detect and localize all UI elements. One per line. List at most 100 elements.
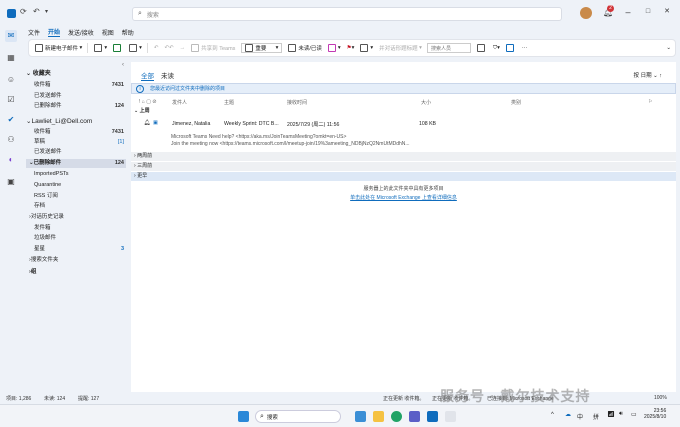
task-view-icon[interactable]: [355, 411, 366, 422]
column-flag[interactable]: ⚐: [648, 99, 652, 105]
categorize-button[interactable]: ▾: [327, 44, 341, 52]
folder-archive[interactable]: 存档: [26, 202, 126, 211]
fav-inbox[interactable]: 收件箱 7431: [26, 81, 126, 90]
share-teams-button[interactable]: 共享到 Teams: [191, 44, 235, 52]
folder-rss[interactable]: RSS 订阅: [26, 192, 126, 201]
sync-icon[interactable]: ⟳: [20, 7, 27, 16]
column-from[interactable]: 发件人: [172, 99, 187, 106]
calendar-nav-icon[interactable]: ▦: [5, 52, 17, 64]
more-button[interactable]: ···: [522, 45, 528, 51]
group-two-weeks[interactable]: › 两周前: [131, 152, 676, 161]
apps-button[interactable]: [505, 44, 516, 52]
tasks-nav-icon[interactable]: ☑: [5, 94, 17, 106]
folder-outbox[interactable]: 发件箱: [26, 224, 126, 233]
status-reminders[interactable]: 提醒: 127: [78, 395, 99, 402]
close-button[interactable]: ✕: [660, 5, 674, 19]
address-book-button[interactable]: [476, 44, 487, 52]
tab-unread[interactable]: 未读: [161, 70, 174, 80]
clock[interactable]: 23:56 2025/8/10: [644, 408, 666, 420]
tray-overflow-icon[interactable]: ^: [551, 412, 554, 418]
column-received[interactable]: 接收时间: [287, 99, 307, 106]
people-nav-icon[interactable]: ☺: [5, 74, 17, 86]
archive-button[interactable]: [113, 44, 123, 52]
move-to-button[interactable]: ▾: [129, 44, 142, 52]
avatar[interactable]: [580, 7, 592, 19]
server-link[interactable]: 单击此处在 Microsoft Exchange 上查看详细信息: [131, 194, 676, 201]
minimize-button[interactable]: –: [621, 5, 635, 19]
folder-deleted[interactable]: ⌄已删除邮件 124: [26, 159, 126, 168]
folder-search-folders[interactable]: ›搜索文件夹: [26, 256, 126, 265]
table-row[interactable]: 🔔︎ ▣ Jimenez, Natalia Weekly Sprint: DTC…: [131, 117, 676, 149]
folder-drafts[interactable]: 草稿 [1]: [26, 138, 126, 147]
zoom-level[interactable]: 100%: [654, 395, 667, 401]
collapse-ribbon-icon[interactable]: ⌄: [666, 45, 671, 51]
menu-view[interactable]: 视图: [102, 28, 114, 37]
apps-nav-icon[interactable]: ▣: [5, 176, 17, 188]
group-last-week[interactable]: ⌄ 上周: [131, 107, 676, 116]
tab-all[interactable]: 全部: [141, 70, 154, 81]
column-category[interactable]: 类别: [511, 99, 521, 106]
menu-help[interactable]: 帮助: [122, 28, 134, 37]
folder-importedpsts[interactable]: ImportedPSTs: [26, 170, 126, 179]
groups-nav-icon[interactable]: ⚇: [5, 134, 17, 146]
reply-button[interactable]: ↶: [154, 45, 159, 51]
new-email-button[interactable]: 新建电子邮件 ▾: [35, 44, 82, 52]
input-language[interactable]: 中: [577, 412, 583, 421]
folder-junk[interactable]: 垃圾邮件: [26, 234, 126, 243]
account-header[interactable]: ⌄Lawliet_Li@Dell.com: [26, 117, 126, 126]
copilot-nav-icon[interactable]: ◐: [5, 154, 17, 166]
folder-inbox[interactable]: 收件箱 7431: [26, 128, 126, 137]
group-label: 上周: [139, 108, 150, 114]
quick-step-select[interactable]: 重要 ▾: [241, 43, 283, 53]
forward-button[interactable]: →: [180, 45, 186, 51]
mail-nav-icon[interactable]: ✉: [5, 30, 17, 42]
wifi-icon[interactable]: 📶︎: [607, 411, 615, 418]
onedrive-icon[interactable]: ☁: [565, 411, 571, 418]
ime-mode[interactable]: 拼: [593, 412, 599, 421]
favorites-header[interactable]: ⌄ 收藏夹: [26, 70, 126, 79]
menu-send-receive[interactable]: 发送/接收: [68, 28, 94, 37]
file-explorer-icon[interactable]: [373, 411, 384, 422]
flag-button[interactable]: ⚑ ▾: [347, 45, 355, 51]
reply-all-button[interactable]: ↶↶: [164, 45, 173, 51]
search-box[interactable]: ⌕ 搜索: [132, 7, 562, 21]
fav-deleted[interactable]: 已删除邮件 124: [26, 102, 126, 111]
teams-app-icon[interactable]: [409, 411, 420, 422]
collapse-pane-icon[interactable]: ‹: [122, 62, 124, 68]
app-taskbar-icon[interactable]: [445, 411, 456, 422]
column-subject[interactable]: 主题: [224, 99, 234, 106]
folder-label: 已发送邮件: [34, 149, 62, 155]
undo-icon[interactable]: ↶: [33, 7, 40, 16]
search-input[interactable]: 搜索: [147, 10, 159, 19]
menu-home[interactable]: 开始: [48, 27, 61, 37]
folder-quarantine[interactable]: Quarantine: [26, 181, 126, 190]
delete-button[interactable]: ▾: [94, 44, 107, 52]
rules-button[interactable]: ▾: [360, 44, 373, 52]
group-three-weeks[interactable]: › 三周前: [131, 162, 676, 171]
fav-sent[interactable]: 已发送邮件: [26, 92, 126, 101]
filter-button[interactable]: ⛉ ▾: [493, 45, 500, 52]
taskbar-search[interactable]: ⌕ 搜索: [255, 410, 341, 423]
battery-icon[interactable]: ▭: [631, 411, 637, 418]
info-icon: i: [136, 84, 144, 93]
windows-start-icon[interactable]: [238, 411, 249, 422]
quick-access-dropdown-icon[interactable]: ▾: [45, 8, 48, 15]
column-size[interactable]: 大小: [421, 99, 431, 106]
outlook-taskbar-icon[interactable]: [427, 411, 438, 422]
info-bar[interactable]: i 您最近访问过文件夹中删除的项目: [131, 83, 676, 94]
volume-icon[interactable]: 🔊︎: [619, 411, 623, 418]
reply-options-button[interactable]: 并对话形题标题 ▾: [379, 44, 422, 52]
folder-groups[interactable]: ›组: [26, 268, 126, 277]
folder-sent[interactable]: 已发送邮件: [26, 148, 126, 157]
flag-icon: ⚑: [346, 45, 352, 51]
maximize-button[interactable]: □: [641, 5, 655, 19]
edge-icon[interactable]: [391, 411, 402, 422]
todo-nav-icon[interactable]: ✔: [5, 114, 17, 126]
folder-starred[interactable]: 星星 3: [26, 245, 126, 254]
menu-file[interactable]: 文件: [28, 28, 40, 37]
folder-conversation-history[interactable]: ›对话历史记录: [26, 213, 126, 222]
sort-dropdown[interactable]: 按 日期 ⌄ ↑: [634, 71, 662, 79]
group-older[interactable]: › 更早: [131, 172, 676, 181]
people-search-input[interactable]: 搜索人员: [426, 43, 471, 53]
unread-read-button[interactable]: 未读/已读: [288, 44, 322, 52]
